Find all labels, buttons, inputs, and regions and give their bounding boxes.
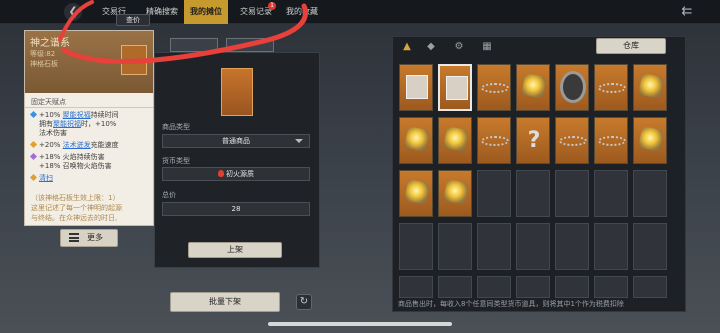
inventory-slot-empty[interactable] bbox=[438, 223, 472, 270]
keyword-link[interactable]: 清扫 bbox=[39, 174, 53, 182]
inventory-slot[interactable] bbox=[438, 117, 472, 164]
necklace-icon bbox=[598, 83, 626, 93]
gear-circle-icon[interactable]: ⚙ bbox=[452, 40, 466, 54]
inventory-slot-empty[interactable] bbox=[399, 276, 433, 298]
fixed-affix-label: 固定天赋点 bbox=[31, 98, 66, 106]
gem-icon bbox=[637, 72, 665, 100]
unknown-item-icon: ? bbox=[527, 128, 541, 153]
divider bbox=[25, 107, 153, 108]
red-scribble-annotation bbox=[58, 0, 308, 64]
item-type: 神格石板 bbox=[30, 60, 58, 68]
refresh-icon[interactable]: ↻ bbox=[296, 294, 312, 310]
inventory-slot-empty[interactable] bbox=[555, 276, 589, 298]
tax-notice: 商品售出时，每收入8个任意同类型货币道具，则将其中1个作为税费扣除 bbox=[398, 300, 624, 308]
gem-icon bbox=[442, 178, 470, 206]
item-lore-note: （该神格石板生效上限：1） 这里记述了每一个神明的起源 与终结。在众神远去的时日… bbox=[31, 194, 122, 222]
grid-icon[interactable]: ▦ bbox=[480, 40, 494, 54]
inventory-slot[interactable] bbox=[477, 117, 511, 164]
keyword-link[interactable]: 聚能祝福 bbox=[63, 111, 91, 119]
inventory-slot[interactable] bbox=[633, 64, 667, 111]
keyword-link[interactable]: 法术迸发 bbox=[63, 141, 91, 149]
affix-line: +20% 法术迸发充能速度 bbox=[29, 140, 151, 150]
inventory-slot-empty[interactable] bbox=[633, 276, 667, 298]
inventory-slot-empty[interactable] bbox=[477, 223, 511, 270]
inventory-slot-empty[interactable] bbox=[516, 223, 550, 270]
inventory-slot-empty[interactable] bbox=[633, 223, 667, 270]
inventory-slot-empty[interactable] bbox=[555, 170, 589, 217]
diamond-icon bbox=[29, 140, 38, 149]
disk-item-icon bbox=[560, 71, 586, 103]
inventory-slot-empty[interactable] bbox=[477, 170, 511, 217]
currency-select[interactable]: 初火源质 bbox=[162, 167, 310, 181]
gem-icon bbox=[520, 72, 548, 100]
inventory-slot-empty[interactable] bbox=[555, 223, 589, 270]
diamond-icon bbox=[29, 110, 38, 119]
more-button[interactable]: 更多 bbox=[60, 229, 118, 247]
slate-icon bbox=[406, 75, 428, 99]
inventory-slot[interactable] bbox=[594, 64, 628, 111]
affix-line: +10% 聚能祝福持续时间 bbox=[29, 110, 151, 120]
inventory-slot[interactable] bbox=[399, 64, 433, 111]
necklace-icon bbox=[559, 136, 587, 146]
gem-icon bbox=[637, 125, 665, 153]
affix-line: +18% 火焰持续伤害 bbox=[29, 152, 151, 162]
necklace-icon bbox=[481, 136, 509, 146]
necklace-icon bbox=[598, 136, 626, 146]
chevron-down-icon bbox=[295, 139, 303, 143]
menu-icon bbox=[69, 233, 79, 242]
price-input[interactable]: 28 bbox=[162, 202, 310, 216]
inventory-slot[interactable] bbox=[555, 64, 589, 111]
inventory-slot-empty[interactable] bbox=[399, 223, 433, 270]
slate-icon bbox=[446, 76, 468, 100]
bulk-delist-button[interactable]: 批量下架 bbox=[170, 292, 280, 312]
affix-line: 清扫 bbox=[29, 173, 151, 183]
inventory-slot-empty[interactable] bbox=[438, 276, 472, 298]
inventory-slot-empty[interactable] bbox=[516, 170, 550, 217]
inventory-slot[interactable] bbox=[594, 117, 628, 164]
diamond-icon bbox=[29, 152, 38, 161]
inventory-slot[interactable] bbox=[438, 170, 472, 217]
gem-icon bbox=[403, 125, 431, 153]
home-indicator bbox=[268, 322, 452, 326]
inventory-slot-empty[interactable] bbox=[594, 170, 628, 217]
goods-type-select[interactable]: 普通商品 bbox=[162, 134, 310, 148]
inventory-slot[interactable] bbox=[438, 64, 472, 111]
necklace-icon bbox=[481, 83, 509, 93]
flame-icon bbox=[218, 170, 224, 177]
inventory-slot[interactable] bbox=[399, 170, 433, 217]
gem-icon bbox=[403, 178, 431, 206]
item-level: 等级:82 bbox=[30, 50, 56, 58]
affix-line: 法术伤害 bbox=[39, 129, 67, 137]
keyword-link[interactable]: 聚能祝福 bbox=[53, 120, 81, 128]
inventory-slot[interactable] bbox=[477, 64, 511, 111]
slate-icon bbox=[221, 68, 253, 116]
inventory-slot-empty[interactable] bbox=[633, 170, 667, 217]
gem-icon bbox=[442, 125, 470, 153]
helmet-icon[interactable]: ▲ bbox=[400, 40, 414, 54]
inventory-slot[interactable] bbox=[516, 64, 550, 111]
price-label: 总价 bbox=[162, 191, 176, 199]
warehouse-button[interactable]: 仓库 bbox=[596, 38, 666, 54]
diamond-icon bbox=[29, 173, 38, 182]
inventory-slot-empty[interactable] bbox=[516, 276, 550, 298]
list-item-button[interactable]: 上架 bbox=[188, 242, 282, 258]
affix-line: 拥有聚能祝福时，+10% bbox=[39, 120, 117, 128]
goods-type-label: 商品类型 bbox=[162, 123, 190, 131]
inventory-slot-empty[interactable] bbox=[477, 276, 511, 298]
inventory-slot[interactable] bbox=[555, 117, 589, 164]
exit-icon[interactable]: ⇇ bbox=[674, 4, 700, 20]
bird-icon[interactable]: ◆ bbox=[424, 40, 438, 54]
inventory-slot-empty[interactable] bbox=[594, 276, 628, 298]
affix-line: +18% 召唤物火焰伤害 bbox=[39, 162, 112, 170]
inventory-slot[interactable] bbox=[633, 117, 667, 164]
inventory-slot[interactable]: ? bbox=[516, 117, 550, 164]
inventory-slot-empty[interactable] bbox=[594, 223, 628, 270]
inventory-slot[interactable] bbox=[399, 117, 433, 164]
currency-type-label: 货币类型 bbox=[162, 157, 190, 165]
